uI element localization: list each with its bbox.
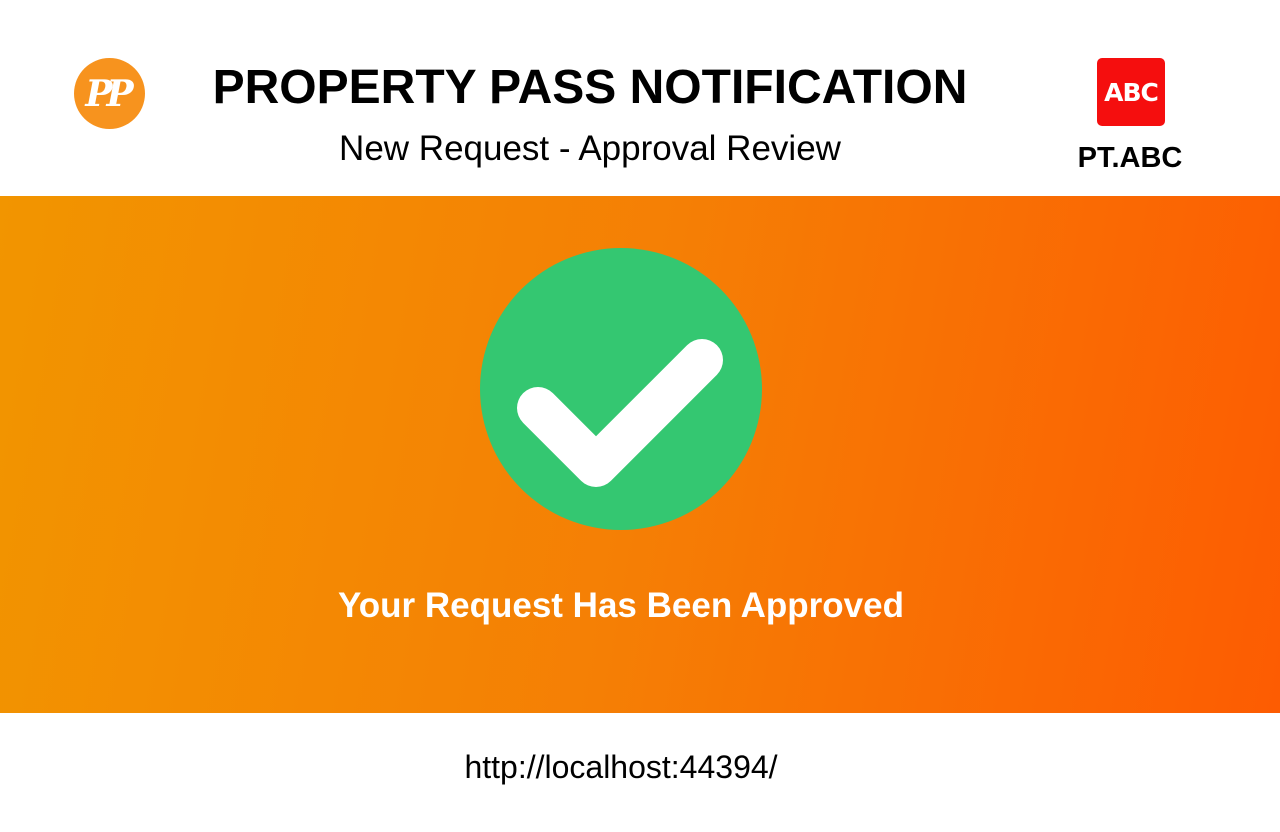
- checkmark-icon: [517, 339, 723, 487]
- property-pass-logo: PP: [74, 58, 145, 129]
- approval-message: Your Request Has Been Approved: [338, 586, 904, 625]
- approval-banner: Your Request Has Been Approved: [0, 196, 1280, 713]
- company-logo-text: ABC: [1104, 77, 1159, 107]
- company-logo: ABC: [1097, 58, 1165, 126]
- footer-url: http://localhost:44394/: [464, 749, 778, 785]
- page-title: PROPERTY PASS NOTIFICATION: [212, 61, 968, 114]
- company-name: PT.ABC: [1077, 142, 1183, 174]
- header: PP PROPERTY PASS NOTIFICATION New Reques…: [0, 0, 1280, 196]
- notification-page: PP PROPERTY PASS NOTIFICATION New Reques…: [0, 0, 1280, 832]
- check-circle-icon: [480, 248, 762, 530]
- footer: http://localhost:44394/: [0, 713, 1280, 832]
- property-pass-logo-text: PP: [85, 72, 133, 115]
- page-subtitle: New Request - Approval Review: [339, 129, 841, 168]
